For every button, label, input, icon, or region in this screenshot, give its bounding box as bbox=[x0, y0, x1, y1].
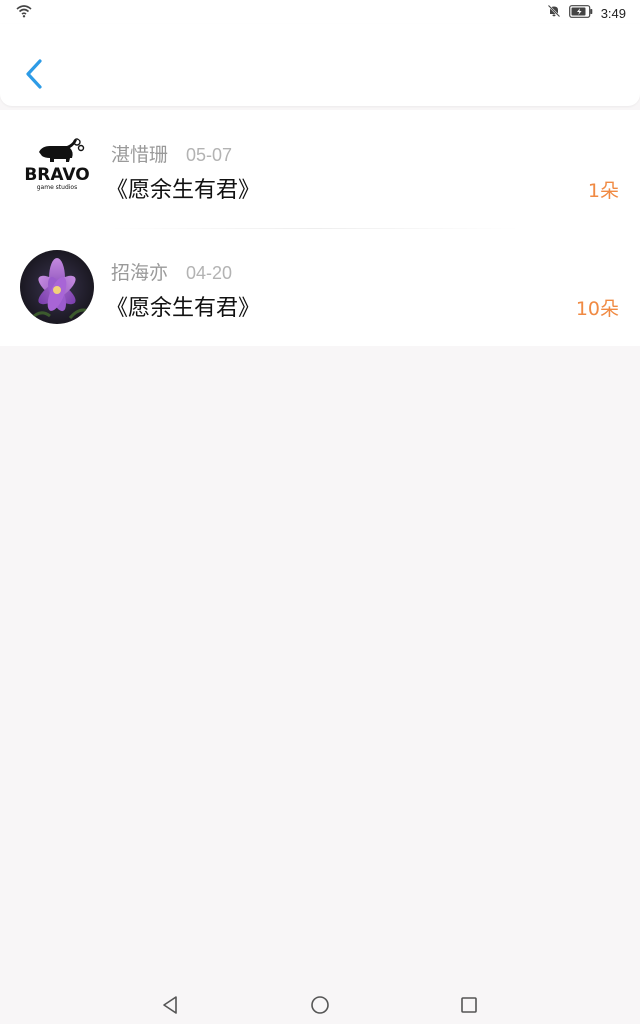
list-item[interactable]: BRAVO game studios 湛惜珊 05-07 《愿余生有君》 1朵 bbox=[0, 110, 640, 228]
recents-square-icon bbox=[461, 997, 477, 1013]
home-circle-icon bbox=[311, 996, 329, 1014]
nav-back-button[interactable] bbox=[160, 994, 182, 1016]
list-item[interactable]: 招海亦 04-20 《愿余生有君》 10朵 bbox=[0, 228, 640, 346]
book-title: 《愿余生有君》 bbox=[106, 296, 261, 321]
header bbox=[0, 24, 640, 106]
back-button[interactable] bbox=[18, 54, 52, 94]
chevron-left-icon bbox=[26, 59, 42, 89]
bravo-logo-text: BRAVO bbox=[24, 165, 89, 185]
sender-name: 湛惜珊 bbox=[111, 144, 169, 166]
nav-recents-button[interactable] bbox=[458, 994, 480, 1016]
flower-count: 10朵 bbox=[575, 298, 619, 320]
status-time: 3:49 bbox=[600, 5, 626, 21]
avatar[interactable] bbox=[20, 250, 94, 324]
sender-date: 05-07 bbox=[186, 145, 233, 165]
system-nav-bar bbox=[0, 986, 640, 1024]
svg-text:game studios: game studios bbox=[37, 184, 77, 191]
bravo-logo-image: BRAVO game studios bbox=[20, 132, 94, 206]
book-title: 《愿余生有君》 bbox=[106, 178, 261, 203]
status-bar: 3:49 bbox=[0, 0, 640, 24]
back-triangle-icon bbox=[163, 996, 177, 1014]
avatar[interactable]: BRAVO game studios bbox=[20, 132, 94, 206]
sender-date: 04-20 bbox=[186, 263, 233, 283]
gift-record-list: BRAVO game studios 湛惜珊 05-07 《愿余生有君》 1朵 bbox=[0, 110, 640, 346]
notifications-off-icon bbox=[547, 4, 561, 22]
purple-flower-image bbox=[20, 250, 94, 324]
flower-count: 1朵 bbox=[587, 180, 619, 202]
battery-icon bbox=[568, 4, 593, 22]
nav-home-button[interactable] bbox=[309, 994, 331, 1016]
sender-name: 招海亦 bbox=[111, 262, 169, 284]
wifi-icon bbox=[16, 4, 32, 22]
